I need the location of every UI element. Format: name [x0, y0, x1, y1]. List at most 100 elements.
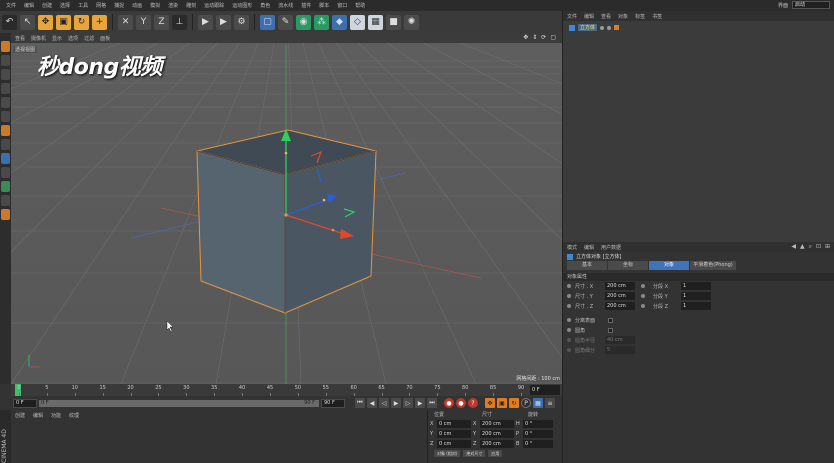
rotate-icon[interactable]: ↻	[74, 14, 89, 30]
apply-button[interactable]: 应用	[488, 450, 503, 457]
render-dot-icon[interactable]	[607, 25, 612, 30]
preview-range-slider[interactable]: 0 F 90 F	[39, 399, 319, 407]
perspective-viewport[interactable]: 查看 摄像机 显示 选项 过滤 面板 ✥ ⇕ ⟳ ▢ 透视视图 秒dong视频 …	[11, 33, 562, 384]
move-icon[interactable]: ✥	[38, 14, 53, 30]
tab-coord[interactable]: 坐标	[608, 261, 648, 270]
cube-icon[interactable]: ▢	[260, 14, 275, 30]
go-to-end-icon[interactable]: ⏭	[427, 398, 437, 408]
visibility-dot-icon[interactable]	[600, 25, 605, 30]
next-frame-icon[interactable]: ▷	[403, 398, 413, 408]
y-axis-icon[interactable]: Y	[136, 14, 151, 30]
prev-key-icon[interactable]: ◀	[367, 398, 377, 408]
attr-menu-edit[interactable]: 编辑	[584, 244, 594, 251]
record-icon[interactable]: ●	[444, 398, 454, 408]
parameter-key-icon[interactable]: P	[521, 398, 531, 408]
menu-tools[interactable]: 工具	[74, 2, 92, 9]
attr-menu-user-data[interactable]: 用户数据	[601, 244, 621, 251]
object-menu-tags[interactable]: 标签	[635, 13, 645, 20]
menu-mesh[interactable]: 网格	[92, 2, 110, 9]
size-z-field[interactable]: 200 cm	[480, 440, 514, 448]
menu-select[interactable]: 选择	[56, 2, 74, 9]
field-icon[interactable]: ◇	[350, 14, 365, 30]
viewport-menu-view[interactable]: 查看	[15, 35, 25, 42]
search-icon[interactable]: ⌕	[809, 243, 812, 251]
segments-x-input[interactable]: 1	[681, 282, 711, 290]
scale-key-icon[interactable]: ▣	[497, 398, 507, 408]
texture-mode-icon[interactable]	[1, 69, 10, 80]
edges-mode-icon[interactable]	[1, 97, 10, 108]
position-key-icon[interactable]: ✥	[485, 398, 495, 408]
array-icon[interactable]: ⁂	[314, 14, 329, 30]
animate-dot-icon[interactable]	[641, 284, 645, 288]
timeline-window-icon[interactable]: ▦	[533, 398, 543, 408]
viewport-menu-filter[interactable]: 过滤	[84, 35, 94, 42]
animate-dot-icon[interactable]	[641, 294, 645, 298]
rotation-b-field[interactable]: 0 °	[523, 440, 553, 448]
timeline-ruler[interactable]: 0 5 10 15 20 25 30 35 40 45 50 55 60 65 70 75 80 85 90 0 F	[11, 384, 562, 396]
attr-menu-mode[interactable]: 模式	[567, 244, 577, 251]
orbit-icon[interactable]: ⟳	[541, 34, 546, 41]
object-menu-objects[interactable]: 对象	[618, 13, 628, 20]
subdivision-icon[interactable]: ◉	[296, 14, 311, 30]
menu-simulate[interactable]: 模拟	[146, 2, 164, 9]
material-menu-function[interactable]: 功能	[51, 412, 61, 419]
transport-menu-icon[interactable]: ≡	[545, 398, 555, 408]
deformer-icon[interactable]: ◆	[332, 14, 347, 30]
workplane-icon[interactable]	[1, 167, 10, 178]
layer-icon[interactable]	[1, 209, 10, 220]
viewport-menu-options[interactable]: 选项	[68, 35, 78, 42]
menu-snap[interactable]: 捕捉	[110, 2, 128, 9]
segments-z-input[interactable]: 1	[681, 302, 711, 310]
size-z-input[interactable]: 200 cm	[605, 302, 635, 310]
animate-dot-icon[interactable]	[567, 318, 571, 322]
x-axis-icon[interactable]: ✕	[118, 14, 133, 30]
maximize-view-icon[interactable]: ▢	[550, 34, 556, 41]
live-select-icon[interactable]: ↖	[20, 14, 35, 30]
object-menu-view[interactable]: 查看	[601, 13, 611, 20]
position-z-field[interactable]: 0 cm	[437, 440, 471, 448]
viewport-menu-cameras[interactable]: 摄像机	[31, 35, 46, 42]
position-y-field[interactable]: 0 cm	[437, 430, 471, 438]
end-frame-field[interactable]: 90 F	[321, 398, 345, 408]
make-editable-icon[interactable]	[1, 41, 10, 52]
menu-render[interactable]: 渲染	[164, 2, 182, 9]
light-icon[interactable]: ✺	[404, 14, 419, 30]
material-menu-texture[interactable]: 纹理	[69, 412, 79, 419]
material-menu-edit[interactable]: 编辑	[33, 412, 43, 419]
animate-dot-icon[interactable]	[567, 328, 571, 332]
size-y-input[interactable]: 200 cm	[605, 292, 635, 300]
menu-plugins[interactable]: 插件	[297, 2, 315, 9]
position-x-field[interactable]: 0 cm	[437, 420, 471, 428]
points-mode-icon[interactable]	[1, 83, 10, 94]
object-menu-file[interactable]: 文件	[567, 13, 577, 20]
solo-icon[interactable]	[1, 195, 10, 206]
menu-character[interactable]: 角色	[256, 2, 274, 9]
size-mode-dropdown[interactable]: 绝对尺寸	[463, 450, 486, 457]
menu-motion-tracker[interactable]: 运动跟踪	[200, 2, 228, 9]
menu-animate[interactable]: 动画	[128, 2, 146, 9]
animate-dot-icon[interactable]	[641, 304, 645, 308]
size-y-field[interactable]: 200 cm	[480, 430, 514, 438]
animate-dot-icon[interactable]	[567, 284, 571, 288]
size-x-input[interactable]: 200 cm	[605, 282, 635, 290]
menu-help[interactable]: 帮助	[351, 2, 369, 9]
pan-icon[interactable]: ✥	[523, 34, 528, 41]
tab-object[interactable]: 对象	[649, 261, 689, 270]
model-mode-icon[interactable]	[1, 55, 10, 66]
up-arrow-icon[interactable]: ▲	[800, 243, 805, 251]
layout-dropdown[interactable]: 启动	[792, 1, 830, 9]
menu-sculpt[interactable]: 雕刻	[182, 2, 200, 9]
material-tag-icon[interactable]	[614, 25, 620, 30]
object-menu-bookmarks[interactable]: 书签	[652, 13, 662, 20]
add-object-icon[interactable]: +	[92, 14, 107, 30]
segments-y-input[interactable]: 1	[681, 292, 711, 300]
next-key-icon[interactable]: ▶	[415, 398, 425, 408]
new-window-icon[interactable]: ⊞	[825, 243, 830, 251]
current-frame-field[interactable]: 0 F	[530, 385, 560, 395]
render-picture-icon[interactable]: ▶	[216, 14, 231, 30]
zoom-icon[interactable]: ⇕	[532, 34, 537, 41]
scene-icon[interactable]: ▦	[368, 14, 383, 30]
go-to-start-icon[interactable]: ⏮	[355, 398, 365, 408]
viewport-menu-display[interactable]: 显示	[52, 35, 62, 42]
menu-edit[interactable]: 编辑	[20, 2, 38, 9]
